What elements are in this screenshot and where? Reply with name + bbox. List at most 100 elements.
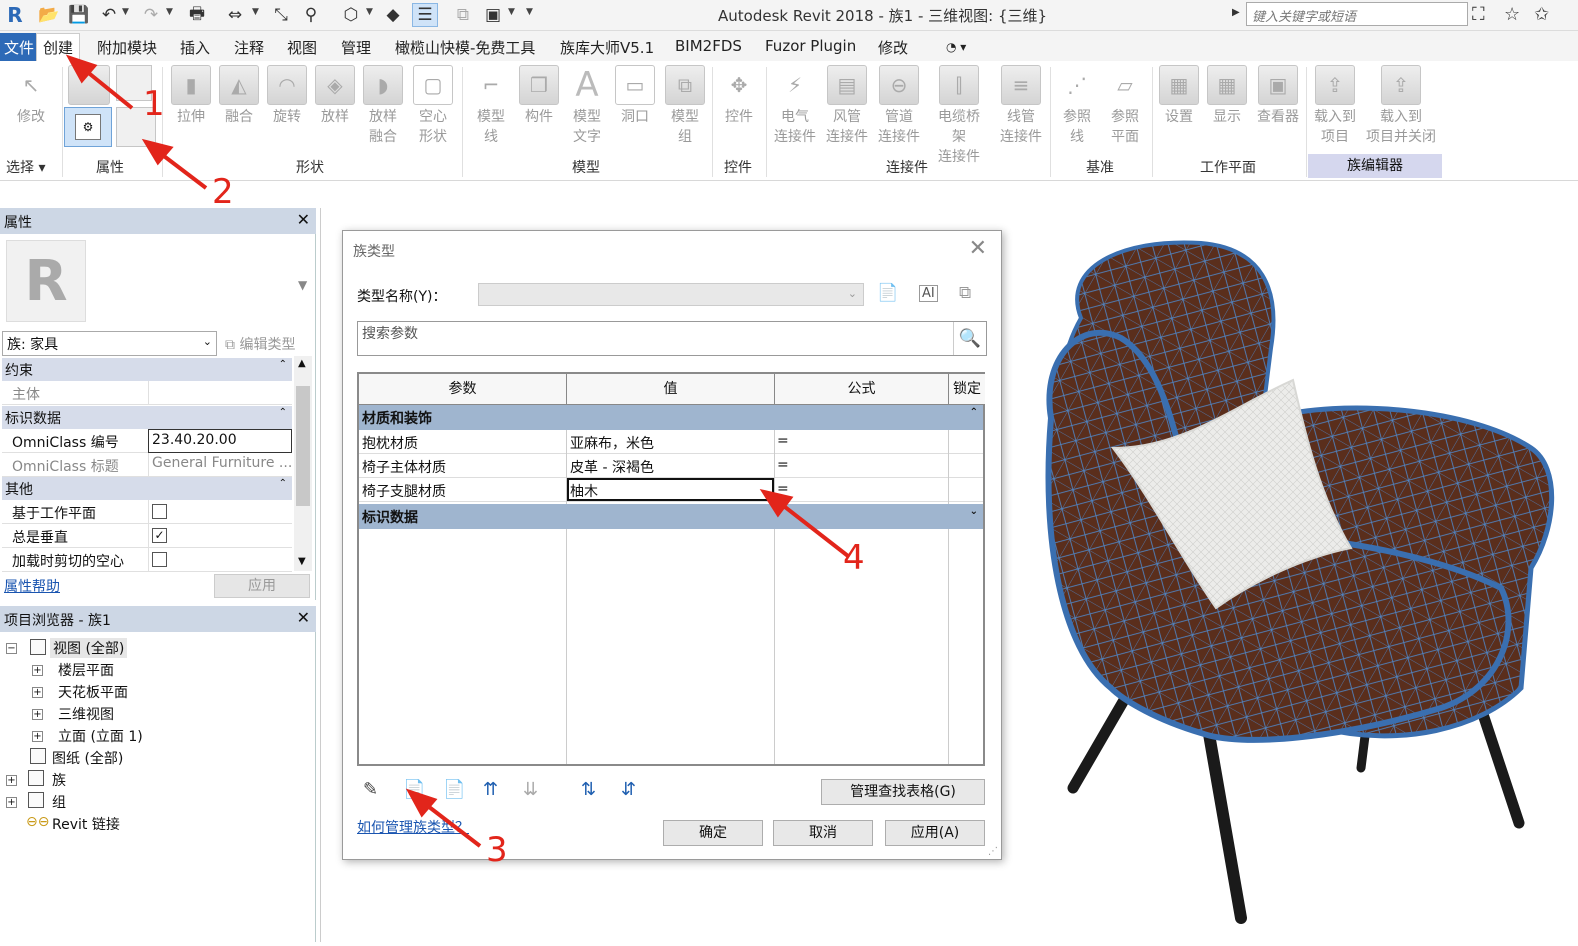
always-vertical-checkbox[interactable]: ✓ (152, 528, 167, 543)
conduit-connector-button[interactable]: ≡ 线管 连接件 (996, 65, 1046, 147)
switch-windows-icon[interactable]: ▣ (480, 3, 506, 27)
cancel-button[interactable]: 取消 (773, 820, 873, 846)
viewer-button[interactable]: ▣ 查看器 (1251, 65, 1305, 127)
ribbon-minimize-icon[interactable]: ◔ ▾ (946, 40, 966, 54)
tab-modify[interactable]: 修改 (878, 37, 908, 58)
column-header-parameter[interactable]: 参数 (359, 374, 567, 405)
edit-type-button[interactable]: ⧉ 编辑类型 (225, 334, 295, 354)
expand-icon[interactable]: + (6, 797, 17, 808)
model-line-button[interactable]: ⌐ 模型 线 (466, 65, 516, 147)
print-icon[interactable]: 🖶 (184, 3, 210, 27)
load-and-close-button[interactable]: ⇪ 载入到 项目并关闭 (1366, 65, 1436, 147)
modify-button[interactable]: ↖ 修改 (6, 65, 56, 127)
group-constraints[interactable]: 约束 ⌃ (2, 358, 292, 381)
revit-logo-icon[interactable]: R (2, 3, 28, 27)
group-other[interactable]: 其他 ⌃ (2, 477, 292, 500)
param-value[interactable]: 亚麻布，米色 (570, 433, 654, 453)
table-row[interactable]: 抱枕材质 亚麻布，米色 = (359, 430, 983, 454)
measure-icon[interactable]: ⇔ (222, 3, 248, 27)
value-edit-cell[interactable] (567, 478, 774, 501)
tree-node-groups[interactable]: 组 (52, 792, 66, 812)
revolve-button[interactable]: ◠ 旋转 (262, 65, 312, 127)
close-icon[interactable]: ✕ (297, 210, 310, 229)
properties-scroll-thumb[interactable] (296, 386, 310, 506)
extrusion-button[interactable]: ▮ 拉伸 (166, 65, 216, 127)
customize-qat-icon[interactable]: ▼ (526, 7, 533, 17)
expand-icon[interactable]: + (32, 731, 43, 742)
measure-caret-icon[interactable]: ▼ (252, 7, 259, 17)
sort-descending-icon[interactable]: ⇵ (621, 779, 636, 800)
param-value[interactable]: 皮革 - 深褐色 (570, 457, 654, 477)
collapse-icon[interactable]: − (6, 643, 17, 654)
search-icon[interactable]: 🔍 (953, 322, 986, 355)
move-up-icon[interactable]: ⇈ (483, 779, 498, 800)
redo-icon[interactable]: ↷ (138, 3, 164, 27)
tab-family-master[interactable]: 族库大师V5.1 (560, 37, 654, 58)
binoculars-icon[interactable]: ⛶ (1472, 4, 1485, 25)
model-text-button[interactable]: A 模型 文字 (562, 65, 612, 147)
switch-windows-caret-icon[interactable]: ▼ (508, 7, 515, 17)
redo-caret-icon[interactable]: ▼ (166, 7, 173, 17)
tab-manage[interactable]: 管理 (341, 37, 371, 58)
reference-line-button[interactable]: ⋰ 参照 线 (1052, 65, 1102, 147)
type-name-select[interactable]: ⌄ (478, 283, 864, 306)
delete-type-icon[interactable]: ⧉ (959, 283, 971, 303)
undo-caret-icon[interactable]: ▼ (122, 7, 129, 17)
tab-create[interactable]: 创建 (36, 33, 81, 61)
tree-node-sheets[interactable]: 图纸 (全部) (52, 748, 123, 768)
tab-addins[interactable]: 附加模块 (97, 37, 157, 58)
properties-help-link[interactable]: 属性帮助 (4, 576, 60, 596)
move-down-icon[interactable]: ⇊ (523, 779, 538, 800)
electrical-connector-button[interactable]: ⚡ 电气 连接件 (770, 65, 820, 147)
tab-file[interactable]: 文件 (0, 33, 41, 62)
edit-parameter-icon[interactable]: ✎ (363, 779, 378, 800)
properties-toggle-button[interactable]: ⚙ (64, 107, 112, 147)
communication-center-icon[interactable]: ☆ (1504, 4, 1520, 25)
open-icon[interactable]: 📂 (36, 3, 62, 27)
properties-apply-button[interactable]: 应用 (214, 574, 310, 598)
search-expand-icon[interactable]: ▶ (1232, 7, 1240, 18)
tree-node-floor-plans[interactable]: 楼层平面 (58, 660, 114, 680)
3d-view-icon[interactable]: ⬡ (338, 3, 364, 27)
load-into-project-button[interactable]: ⇪ 载入到 项目 (1308, 65, 1362, 147)
section-identity[interactable]: 标识数据 ⌄ (359, 504, 983, 529)
manage-lookup-tables-button[interactable]: 管理查找表格(G) (821, 779, 985, 805)
control-button[interactable]: ✥ 控件 (714, 65, 764, 127)
expand-icon[interactable]: + (32, 709, 43, 720)
tree-node-ceiling-plans[interactable]: 天花板平面 (58, 682, 128, 702)
scroll-down-icon[interactable]: ▼ (298, 556, 306, 567)
tag-icon[interactable]: ⚲ (298, 3, 324, 27)
component-button[interactable]: ❒ 构件 (514, 65, 564, 127)
tree-node-families[interactable]: 族 (52, 770, 66, 790)
table-row[interactable]: 椅子主体材质 皮革 - 深褐色 = (359, 454, 983, 478)
expand-icon[interactable]: + (6, 775, 17, 786)
favorites-icon[interactable]: ✩ (1534, 4, 1549, 25)
column-header-value[interactable]: 值 (567, 374, 775, 405)
close-icon[interactable]: ✕ (969, 236, 987, 261)
param-formula[interactable]: = (777, 481, 789, 497)
cut-voids-checkbox[interactable] (152, 552, 167, 567)
type-selector-caret-icon[interactable]: ▼ (298, 278, 307, 292)
resize-grip-icon[interactable]: ⋰ (988, 846, 998, 857)
undo-icon[interactable]: ↶ (96, 3, 122, 27)
param-formula[interactable]: = (777, 457, 789, 473)
thin-lines-icon[interactable]: ☰ (412, 3, 438, 27)
column-header-formula[interactable]: 公式 (775, 374, 949, 405)
void-forms-button[interactable]: ▢ 空心 形状 (408, 65, 458, 147)
search-parameters-input[interactable]: 搜索参数 (357, 321, 987, 356)
expand-icon[interactable]: + (32, 687, 43, 698)
tab-bim2fds[interactable]: BIM2FDS (675, 37, 742, 55)
cable-tray-connector-button[interactable]: ⫿ 电缆桥架 连接件 (934, 65, 984, 167)
column-header-lock[interactable]: 锁定 (949, 374, 985, 405)
tree-node-views[interactable]: 视图 (全部) (50, 638, 128, 658)
sort-ascending-icon[interactable]: ⇅ (581, 779, 596, 800)
new-parameter-icon[interactable]: 📄 (403, 779, 425, 800)
select-panel-label[interactable]: 选择 ▾ (6, 157, 45, 177)
opening-button[interactable]: ▭ 洞口 (610, 65, 660, 127)
tree-node-3d-views[interactable]: 三维视图 (58, 704, 114, 724)
section-icon[interactable]: ◆ (380, 3, 406, 27)
scroll-up-icon[interactable]: ▲ (298, 358, 306, 369)
show-workplane-button[interactable]: ▦ 显示 (1202, 65, 1252, 127)
reference-plane-button[interactable]: ▱ 参照 平面 (1100, 65, 1150, 147)
tab-olive-mountain[interactable]: 橄榄山快模-免费工具 (395, 37, 535, 58)
